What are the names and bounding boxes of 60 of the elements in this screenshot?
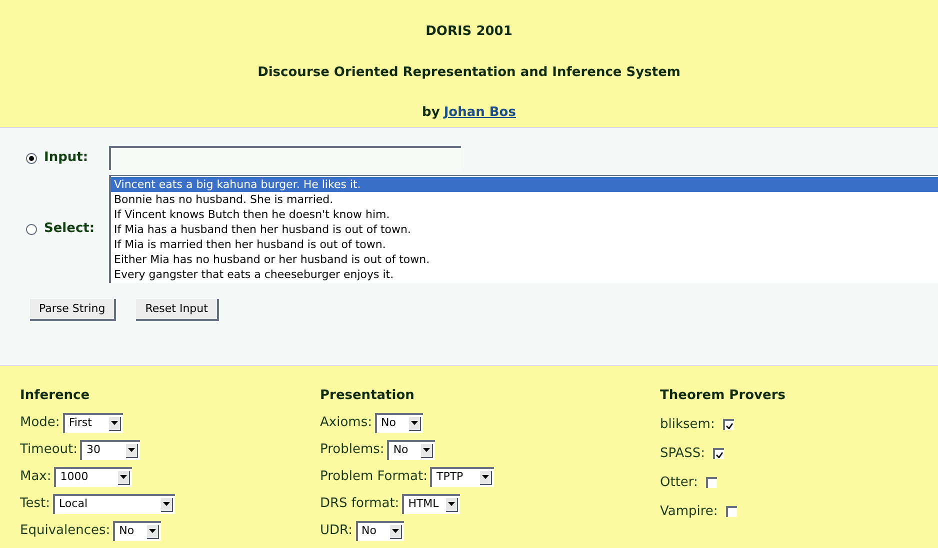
field-label: bliksem: (660, 416, 715, 434)
field-label: Max: (20, 468, 52, 486)
field-label: Problems: (320, 440, 384, 459)
sentence-list[interactable] (109, 175, 938, 283)
author-link[interactable]: Johan Bos (444, 103, 516, 122)
radio-button[interactable] (26, 224, 37, 234)
caret-icon (108, 416, 121, 430)
input-field[interactable] (109, 146, 461, 170)
list-option[interactable]: Either Mia has no husband or her husband is out of town. (111, 252, 938, 267)
form-button[interactable]: Reset Input (136, 299, 219, 321)
caret-icon (160, 498, 173, 512)
input-label: Input: (44, 149, 90, 168)
caret-icon (126, 444, 138, 458)
dropdown[interactable]: TPTP (430, 466, 494, 486)
caret-icon (147, 524, 160, 538)
dropdown[interactable]: No (356, 520, 404, 540)
dropdown[interactable]: No (374, 412, 423, 432)
caret-icon (390, 524, 402, 538)
field-label: DRS format: (320, 494, 400, 513)
field-label: Timeout: (20, 440, 78, 459)
checkbox[interactable] (722, 419, 734, 430)
dropdown[interactable]: No (113, 520, 162, 540)
caret-icon (480, 470, 492, 484)
radio-button[interactable] (26, 152, 37, 164)
dropdown[interactable]: 1000 (54, 466, 132, 486)
list-option[interactable]: Bonnie has no husband. She is married. (111, 192, 938, 207)
field-label: SPASS: (660, 444, 706, 463)
field-label: Test: (20, 494, 50, 513)
list-option[interactable]: Every gangster that eats a cheeseburger enjoys it. (111, 267, 938, 282)
field-label: Equivalences: (20, 522, 110, 540)
field-label: Otter: (660, 474, 698, 492)
list-option[interactable]: If Mia has a husband then her husband is out of town. (111, 222, 938, 237)
byline: by (422, 104, 440, 122)
field-label: Mode: (20, 414, 60, 432)
caret-icon (446, 498, 458, 512)
caret-icon (408, 416, 421, 430)
dropdown[interactable]: 30 (80, 440, 140, 460)
caret-icon (421, 444, 434, 458)
checkbox[interactable] (706, 477, 717, 488)
section-heading: Presentation (320, 387, 416, 405)
field-label: UDR: (320, 522, 353, 540)
dropdown[interactable]: HTML (402, 494, 460, 514)
checkbox[interactable] (726, 506, 737, 517)
list-option[interactable]: If Mia is married then her husband is out of town. (111, 237, 938, 252)
dropdown[interactable]: No (387, 440, 436, 460)
dropdown[interactable]: First (62, 412, 123, 432)
list-option[interactable]: If Vincent knows Butch then he doesn't know him. (111, 207, 938, 222)
section-heading: Theorem Provers (660, 387, 786, 405)
form-button[interactable]: Parse String (30, 299, 116, 321)
section-heading: Inference (20, 387, 91, 405)
page-subtitle: Discourse Oriented Representation and Inference System (258, 64, 680, 82)
caret-icon (118, 470, 130, 484)
select-label: Select: (44, 220, 96, 238)
dropdown[interactable]: Local (52, 494, 175, 514)
checkbox[interactable] (713, 448, 724, 459)
page-title: DORIS 2001 (426, 23, 512, 41)
field-label: Axioms: (320, 414, 372, 432)
field-label: Problem Format: (320, 468, 428, 486)
list-option[interactable]: Vincent eats a big kahuna burger. He likes it. (111, 177, 938, 192)
field-label: Vampire: (660, 502, 718, 521)
